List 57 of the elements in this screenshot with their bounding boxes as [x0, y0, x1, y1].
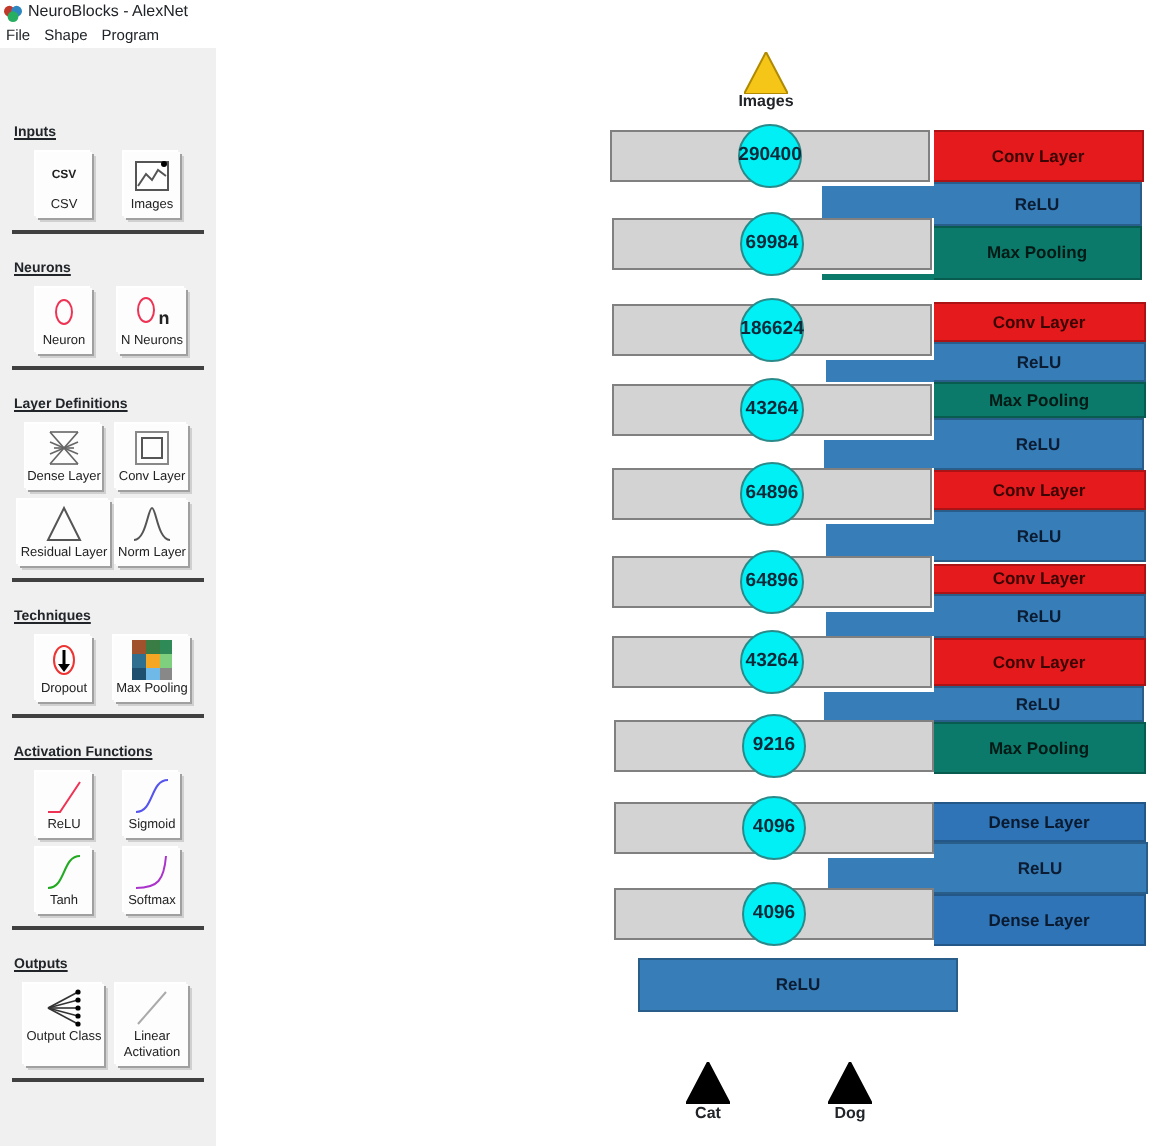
output-node-icon[interactable] [686, 1062, 730, 1104]
tensor-bar[interactable]: 69984 [612, 218, 932, 270]
tensor-bar[interactable]: 186624 [612, 304, 932, 356]
layer-block-edge [822, 186, 934, 218]
relu-block[interactable]: ReLU [934, 594, 1146, 638]
tensor-size-node[interactable]: 4096 [742, 796, 806, 860]
tensor-bar[interactable]: 9216 [614, 720, 934, 772]
relu-block[interactable]: ReLU [934, 342, 1146, 382]
input-node-label: Images [738, 90, 794, 114]
tensor-bar[interactable]: 43264 [612, 636, 932, 688]
conv-layer-block[interactable]: Conv Layer [934, 470, 1146, 510]
output-node-icon[interactable] [828, 1062, 872, 1104]
relu-block[interactable]: ReLU [638, 958, 958, 1012]
layer-block-edge [824, 692, 934, 720]
relu-block[interactable]: ReLU [934, 842, 1148, 894]
tensor-bar[interactable]: 4096 [614, 802, 934, 854]
layer-block-edge [826, 360, 934, 382]
relu-block[interactable]: ReLU [934, 510, 1146, 562]
bell-curve-icon [130, 502, 174, 546]
tensor-size-node[interactable]: 43264 [740, 630, 804, 694]
layer-block-edge [822, 274, 934, 280]
tensor-size-node[interactable]: 4096 [742, 882, 806, 946]
tensor-size-node[interactable]: 290400 [738, 124, 802, 188]
tanh-curve-icon [42, 850, 86, 894]
conv-layer-block[interactable]: Conv Layer [934, 638, 1146, 686]
layer-block-edge [824, 440, 934, 468]
tensor-bar[interactable]: 64896 [612, 556, 932, 608]
layer-block-edge [828, 858, 934, 888]
output-node-label: Dog [834, 1102, 866, 1126]
app-icon [4, 3, 22, 21]
triangle-icon [42, 502, 86, 546]
tensor-size-node[interactable]: 9216 [742, 714, 806, 778]
conv-layer-block[interactable]: Conv Layer [934, 130, 1144, 182]
output-node-label: Cat [695, 1102, 721, 1126]
grid-icon [130, 638, 174, 682]
input-node-icon[interactable] [744, 52, 788, 94]
sigmoid-curve-icon [130, 774, 174, 818]
tensor-size-node[interactable]: 64896 [740, 550, 804, 614]
tensor-size-node[interactable]: 64896 [740, 462, 804, 526]
tensor-bar[interactable]: 4096 [614, 888, 934, 940]
tensor-bar[interactable]: 43264 [612, 384, 932, 436]
layer-block-edge [826, 612, 934, 636]
layer-block-edge [826, 524, 934, 556]
tensor-size-node[interactable]: 69984 [740, 212, 804, 276]
tensor-bar[interactable]: 290400 [610, 130, 930, 182]
tensor-bar[interactable]: 64896 [612, 468, 932, 520]
conv-layer-block[interactable]: Conv Layer [934, 302, 1146, 342]
relu-block[interactable]: ReLU [934, 418, 1144, 470]
dense-layer-block[interactable]: Dense Layer [934, 802, 1146, 842]
square-icon [130, 426, 174, 470]
tensor-size-node[interactable]: 186624 [740, 298, 804, 362]
relu-block[interactable]: ReLU [934, 686, 1144, 722]
relu-block[interactable]: ReLU [934, 182, 1142, 226]
dense-layer-block[interactable]: Dense Layer [934, 894, 1146, 946]
window-title: NeuroBlocks - AlexNet [28, 0, 189, 24]
tensor-size-node[interactable]: 43264 [740, 378, 804, 442]
conv-layer-block[interactable]: Conv Layer [934, 564, 1146, 594]
